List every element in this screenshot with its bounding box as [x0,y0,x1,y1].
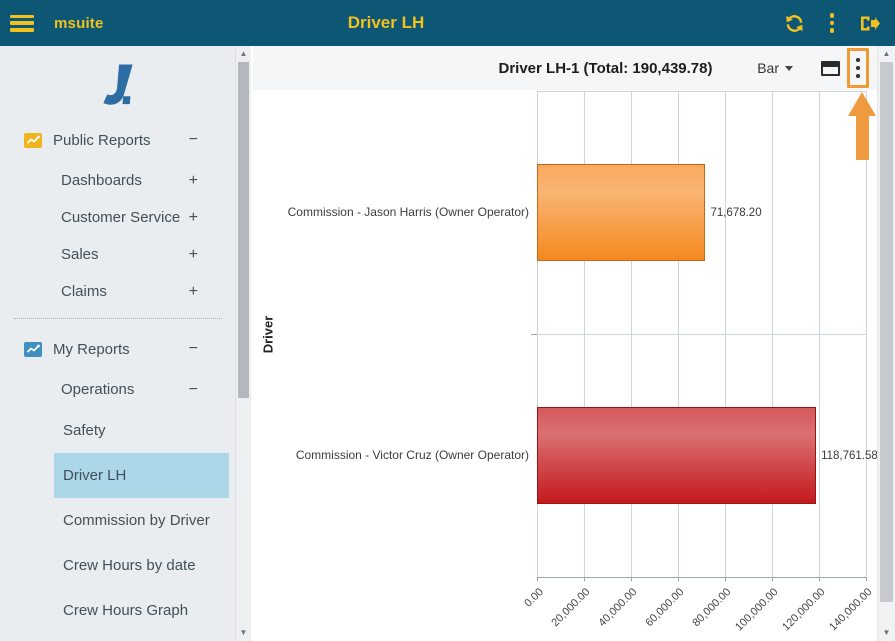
top-bar: msuite Driver LH [0,0,895,46]
line-chart-icon [24,342,42,357]
sidebar-item-equipment-on-street-graph[interactable]: Equipment on Street Graph [54,633,229,641]
category-label: Commission - Jason Harris (Owner Operato… [277,164,529,261]
sidebar-item-label: Crew Hours Graph [63,597,188,624]
x-axis-tick-label: 120,000.00 [780,586,827,633]
sidebar-item-label: Sales [61,246,99,263]
hamburger-icon[interactable] [10,15,34,32]
sidebar-item-operations[interactable]: Operations − [0,371,236,408]
sidebar-item-label: Dashboards [61,172,142,189]
axis-tick [866,577,867,581]
x-axis-tick-label: 0.00 [522,586,546,610]
gridline [772,91,773,577]
main-scrollbar[interactable]: ▲ ▼ [877,46,895,641]
sidebar-item-claims[interactable]: Claims + [0,273,236,310]
x-axis-tick-label: 80,000.00 [690,586,733,629]
value-label: 118,761.58 [821,407,878,504]
chart-type-value: Bar [757,60,779,76]
sidebar-item-sales[interactable]: Sales + [0,236,236,273]
sidebar-divider [14,318,222,319]
scroll-up-icon[interactable]: ▲ [236,47,251,61]
x-axis-tick-label: 20,000.00 [549,586,592,629]
sidebar-item-commission-by-driver[interactable]: Commission by Driver [54,498,229,543]
sidebar-item-public-reports[interactable]: Public Reports − [0,118,236,162]
page-title: Driver LH [348,13,425,33]
collapse-icon[interactable]: − [189,131,198,149]
x-axis-tick-label: 100,000.00 [733,586,780,633]
scroll-down-icon[interactable]: ▼ [878,626,895,640]
gridline [819,91,820,577]
kebab-icon[interactable] [821,12,843,34]
sidebar: Public Reports−Dashboards+Customer Servi… [0,46,253,641]
panel-header: Driver LH-1 (Total: 190,439.78) Bar [253,46,878,91]
bar-chart: 0.0020,000.0040,000.0060,000.0080,000.00… [253,90,878,641]
sidebar-item-label: Commission by Driver [63,507,210,534]
chevron-down-icon [785,66,793,71]
panel-kebab-icon[interactable] [847,48,869,88]
sidebar-scrollbar[interactable]: ▲ ▼ [235,46,251,641]
sidebar-item-crew-hours-graph[interactable]: Crew Hours Graph [54,588,229,633]
sidebar-item-label: Operations [61,381,134,398]
bar-jason-harris[interactable] [537,164,705,261]
chart-type-dropdown[interactable]: Bar [757,60,793,76]
value-label: 71,678.20 [710,164,761,261]
collapse-icon[interactable]: − [189,381,198,399]
sidebar-item-label: Equipment on Street Graph [63,637,229,641]
window-icon[interactable] [821,61,840,76]
scroll-down-icon[interactable]: ▼ [236,626,251,640]
scroll-up-icon[interactable]: ▲ [878,47,895,61]
app-brand: msuite [54,15,104,32]
sidebar-item-label: Driver LH [63,462,126,489]
sidebar-item-label: Crew Hours by date [63,552,196,579]
logout-icon[interactable] [859,12,881,34]
refresh-icon[interactable] [783,12,805,34]
sidebar-item-label: Safety [63,417,106,444]
app-logo [0,46,236,118]
report-panel: Driver LH-1 (Total: 190,439.78) Bar 0.00… [253,46,895,641]
sidebar-item-dashboards[interactable]: Dashboards + [0,162,236,199]
expand-icon[interactable]: + [189,283,198,301]
expand-icon[interactable]: + [189,209,198,227]
sidebar-item-driver-lh[interactable]: Driver LH [54,453,229,498]
sidebar-scrollbar-thumb[interactable] [238,62,249,398]
sidebar-item-label: My Reports [53,341,130,358]
line-chart-icon [24,133,42,148]
expand-icon[interactable]: + [189,172,198,190]
x-axis-line [537,577,866,578]
x-axis-tick-label: 40,000.00 [596,586,639,629]
gridline [866,91,867,577]
sidebar-item-label: Customer Service [61,209,180,226]
expand-icon[interactable]: + [189,246,198,264]
sidebar-item-crew-hours-by-date[interactable]: Crew Hours by date [54,543,229,588]
category-label: Commission - Victor Cruz (Owner Operator… [277,407,529,504]
collapse-icon[interactable]: − [189,340,198,358]
sidebar-item-safety[interactable]: Safety [54,408,229,453]
main-scrollbar-thumb[interactable] [880,62,893,602]
chart-card: 0.0020,000.0040,000.0060,000.0080,000.00… [253,90,878,641]
x-axis-tick-label: 60,000.00 [643,586,686,629]
sidebar-item-my-reports[interactable]: My Reports − [0,327,236,371]
plot-border-top [537,91,866,92]
bar-victor-cruz[interactable] [537,407,816,504]
y-axis-label: Driver [257,91,279,577]
sidebar-item-label: Claims [61,283,107,300]
sidebar-item-customer-service[interactable]: Customer Service + [0,199,236,236]
gridline [537,334,866,335]
sidebar-nav: Public Reports−Dashboards+Customer Servi… [0,118,236,641]
sidebar-item-label: Public Reports [53,132,151,149]
x-axis-tick-label: 140,000.00 [827,586,874,633]
